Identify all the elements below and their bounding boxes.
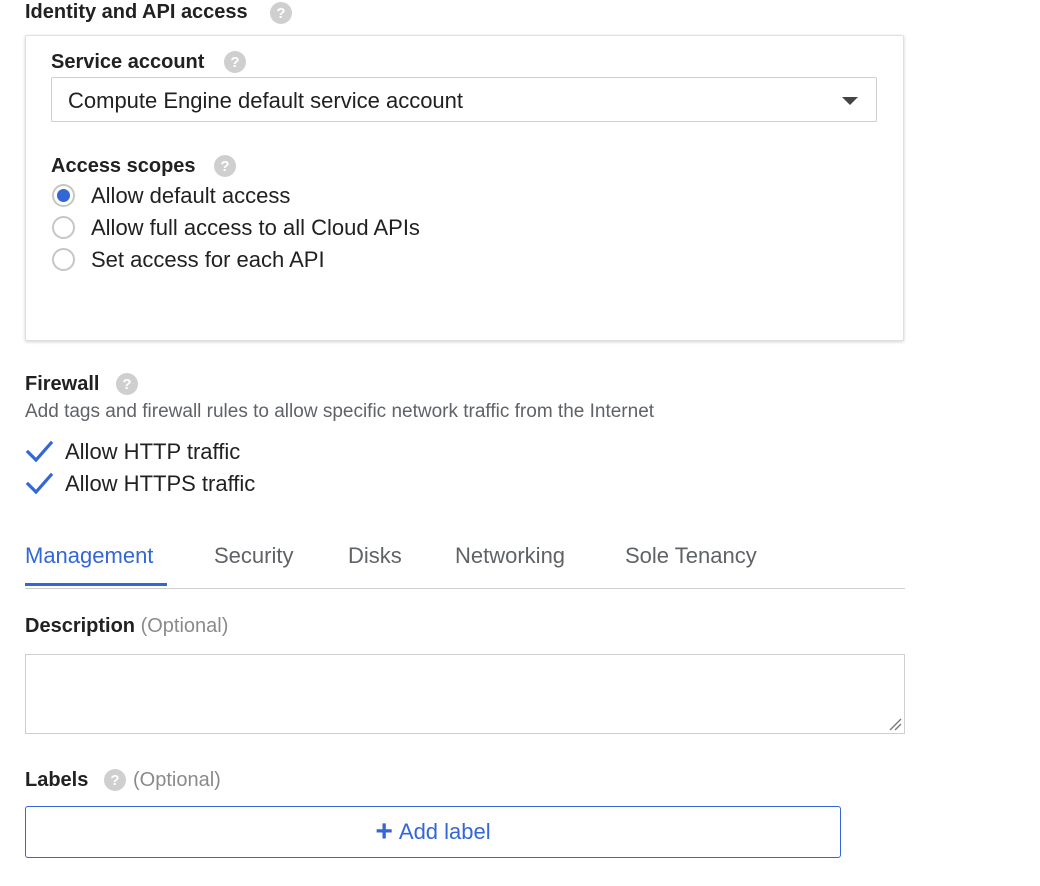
tab-security[interactable]: Security <box>214 543 293 569</box>
service-account-select[interactable]: Compute Engine default service account <box>51 77 877 122</box>
identity-section-title: Identity and API access <box>25 1 248 23</box>
service-account-label: Service account <box>51 51 205 73</box>
firewall-section-title: Firewall <box>25 373 100 395</box>
checkbox-label-allow-http: Allow HTTP traffic <box>65 439 241 464</box>
labels-optional-hint: (Optional) <box>133 769 221 791</box>
access-scopes-label: Access scopes <box>51 155 196 177</box>
radio-label-allow-full-access: Allow full access to all Cloud APIs <box>91 215 420 240</box>
description-textarea[interactable] <box>25 654 905 734</box>
checkmark-icon <box>25 472 53 495</box>
radio-label-set-access-each-api: Set access for each API <box>91 247 325 272</box>
chevron-down-icon <box>842 97 858 105</box>
checkbox-allow-https[interactable] <box>25 470 53 498</box>
firewall-help-icon[interactable]: ? <box>116 373 138 395</box>
labels-label: Labels <box>25 769 89 791</box>
service-account-value: Compute Engine default service account <box>68 88 464 113</box>
radio-set-access-each-api[interactable] <box>52 248 75 271</box>
access-scopes-help-icon[interactable]: ? <box>214 155 236 177</box>
tab-management[interactable]: Management <box>25 543 153 569</box>
radio-allow-default-access[interactable] <box>52 184 75 207</box>
checkmark-icon <box>25 440 53 463</box>
tab-divider <box>25 588 905 589</box>
radio-allow-full-access[interactable] <box>52 216 75 239</box>
checkbox-label-allow-https: Allow HTTPS traffic <box>65 471 256 496</box>
active-tab-indicator <box>25 583 167 586</box>
tab-disks[interactable]: Disks <box>348 543 402 569</box>
tab-networking[interactable]: Networking <box>455 543 565 569</box>
resize-handle-icon[interactable] <box>888 717 902 731</box>
firewall-description: Add tags and firewall rules to allow spe… <box>25 401 655 422</box>
add-label-button[interactable]: + Add label <box>25 806 841 858</box>
plus-icon: + <box>375 815 393 848</box>
description-label-text: Description <box>25 615 136 637</box>
description-label: Description (Optional) <box>25 615 228 638</box>
identity-help-icon[interactable]: ? <box>270 2 292 24</box>
service-account-help-icon[interactable]: ? <box>224 51 246 73</box>
tab-sole-tenancy[interactable]: Sole Tenancy <box>625 543 757 569</box>
radio-label-allow-default-access: Allow default access <box>91 183 291 208</box>
add-label-button-text: Add label <box>398 819 491 844</box>
checkbox-allow-http[interactable] <box>25 438 53 466</box>
labels-help-icon[interactable]: ? <box>104 769 126 791</box>
description-optional-hint: (Optional) <box>140 615 229 637</box>
